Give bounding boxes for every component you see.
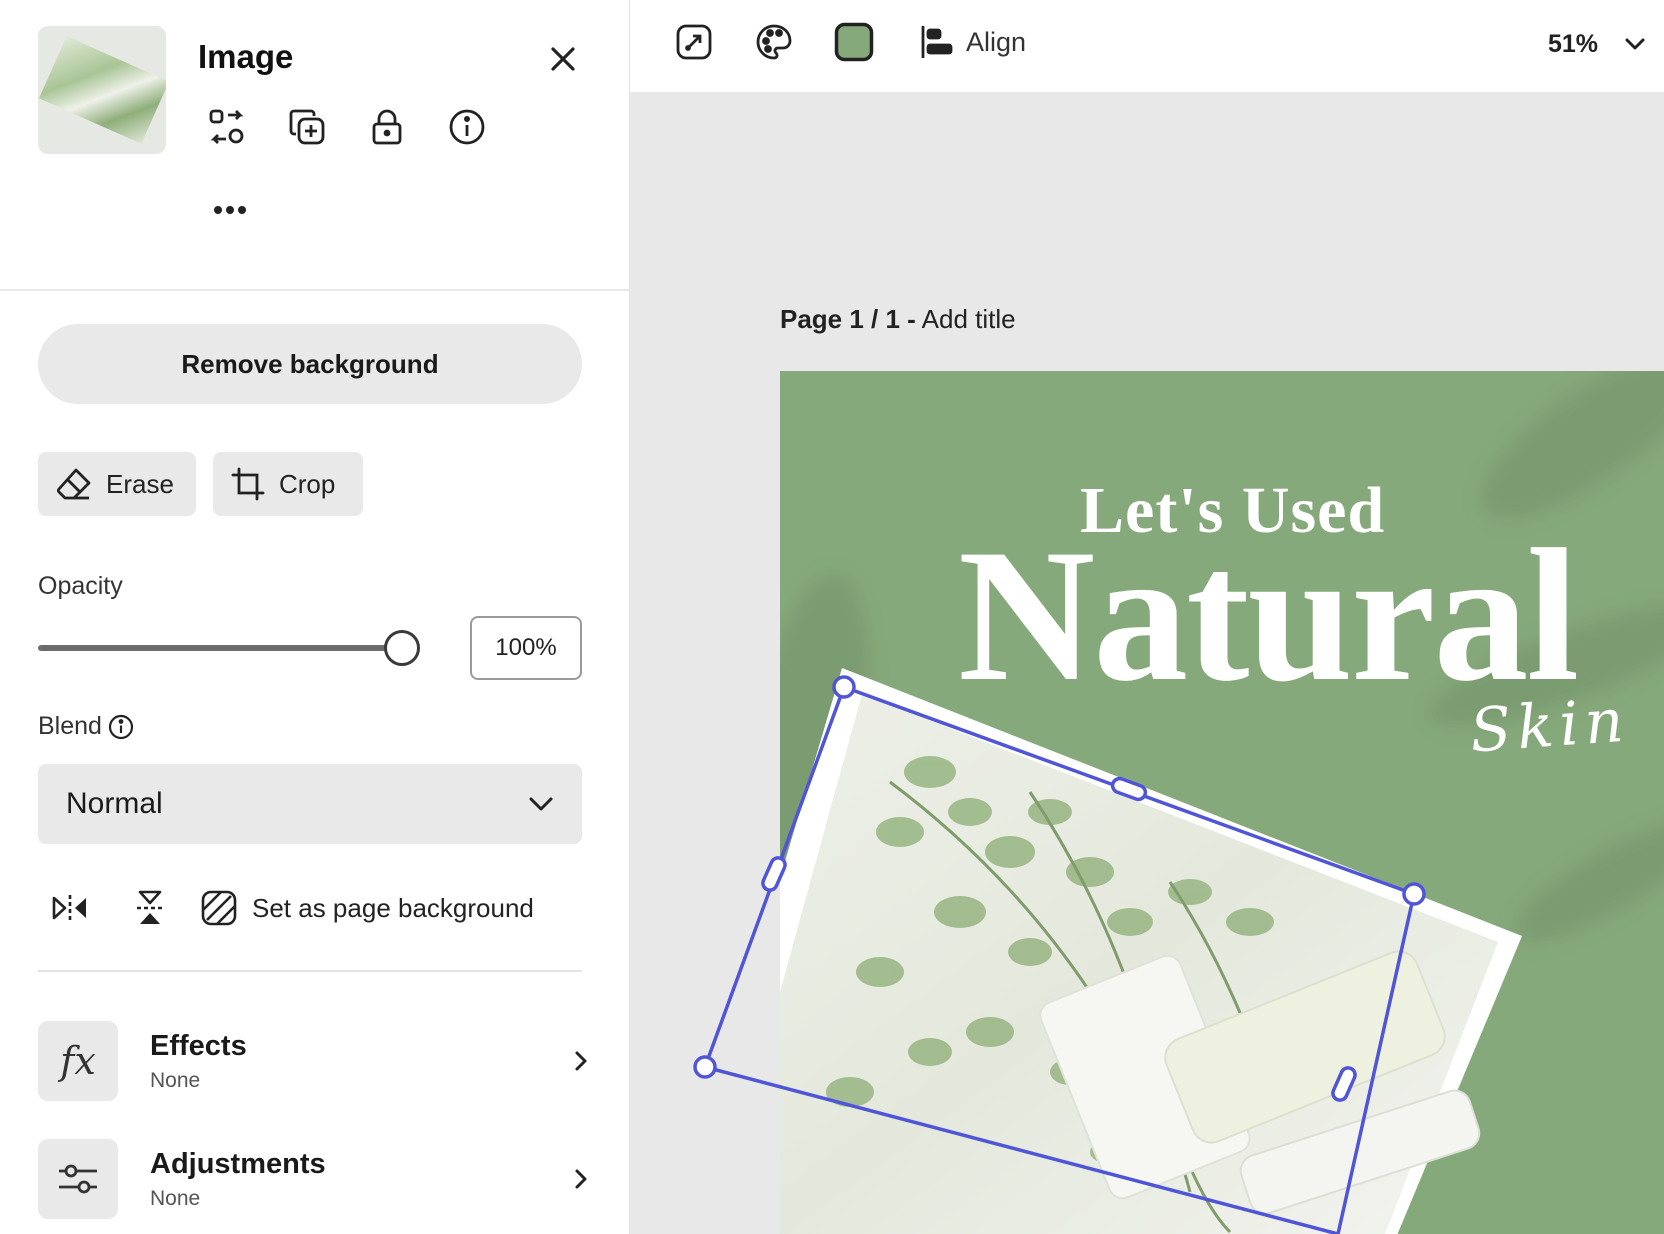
set-page-background-label: Set as page background <box>252 892 534 923</box>
effects-text: Effects None <box>150 1030 566 1093</box>
erase-button[interactable]: Erase <box>38 452 196 516</box>
flip-horizontal-button[interactable] <box>50 888 90 928</box>
chevron-right-icon <box>566 1050 596 1072</box>
image-thumbnail <box>38 26 166 154</box>
slider-thumb[interactable] <box>384 630 420 666</box>
leaf-shadow <box>780 563 896 999</box>
sliders-icon <box>59 1164 97 1194</box>
panel-title: Image <box>198 38 294 75</box>
image-tool-icons <box>208 108 486 146</box>
add-page-title[interactable]: Add title <box>922 304 1016 334</box>
opacity-label: Opacity <box>38 572 123 600</box>
selection-handle-bottom-left[interactable] <box>693 1055 717 1079</box>
selection-handle-top-left[interactable] <box>832 675 856 699</box>
lock-button[interactable] <box>368 108 406 146</box>
leaf-shadow <box>1499 800 1664 962</box>
divider <box>0 289 630 291</box>
flip-vertical-icon <box>137 890 163 924</box>
more-options-button[interactable] <box>210 190 250 230</box>
opacity-field[interactable] <box>470 616 582 680</box>
crop-label: Crop <box>279 468 336 499</box>
resize-icon <box>676 24 712 60</box>
duplicate-icon <box>289 109 325 145</box>
fill-color-button[interactable] <box>834 22 874 62</box>
adjustments-icon-tile <box>38 1139 118 1219</box>
page-number: Page 1 / 1 - <box>780 304 916 334</box>
lock-icon <box>372 109 402 145</box>
set-page-background-button[interactable]: Set as page background <box>200 884 534 932</box>
close-icon <box>551 47 575 71</box>
align-label: Align <box>966 26 1027 57</box>
blend-label: Blend <box>38 712 102 740</box>
resize-button[interactable] <box>674 22 714 62</box>
blend-mode-select[interactable]: Normal <box>38 764 582 844</box>
info-button[interactable] <box>448 108 486 146</box>
properties-panel: Image Remove background Erase Crop Opaci… <box>0 0 630 1234</box>
effects-value: None <box>150 1068 201 1092</box>
flip-vertical-button[interactable] <box>130 888 170 928</box>
align-button[interactable]: Align <box>920 20 1026 64</box>
canvas-toolbar: Align 51% <box>630 0 1664 92</box>
close-button[interactable] <box>544 40 582 78</box>
headline-big[interactable]: Natural <box>958 521 1579 711</box>
remove-background-button[interactable]: Remove background <box>38 324 582 404</box>
blend-mode-value: Normal <box>66 787 163 820</box>
adjustments-value: None <box>150 1186 201 1210</box>
background-pattern-icon <box>201 890 237 926</box>
eraser-icon <box>56 468 91 500</box>
flip-horizontal-icon <box>52 895 86 921</box>
opacity-slider[interactable] <box>38 630 420 666</box>
adjustments-text: Adjustments None <box>150 1148 566 1211</box>
crop-icon <box>231 467 265 501</box>
slider-fill <box>38 645 402 651</box>
page-label: Page 1 / 1 - Add title <box>780 304 1016 335</box>
chevron-down-icon <box>1625 38 1645 50</box>
fill-color-swatch-icon <box>834 22 874 62</box>
info-icon <box>449 109 485 145</box>
divider <box>38 970 582 972</box>
erase-label: Erase <box>106 468 174 499</box>
adjustments-row[interactable]: Adjustments None <box>38 1138 596 1220</box>
zoom-select[interactable]: 51% <box>1548 24 1646 64</box>
thumbnail-image <box>39 36 166 144</box>
effects-row[interactable]: fx Effects None <box>38 1020 596 1102</box>
effects-title: Effects <box>150 1029 247 1062</box>
adjustments-title: Adjustments <box>150 1147 326 1180</box>
effects-icon-tile: fx <box>38 1021 118 1101</box>
align-left-icon <box>921 26 953 58</box>
selection-handle-top-right[interactable] <box>1402 882 1426 906</box>
duplicate-button[interactable] <box>288 108 326 146</box>
color-palette-icon <box>756 24 792 60</box>
chevron-down-icon <box>529 797 553 811</box>
canvas-area[interactable]: Page 1 / 1 - Add title Let's Used Natura… <box>630 92 1664 1234</box>
color-palette-button[interactable] <box>754 22 794 62</box>
fx-icon: fx <box>60 1039 96 1083</box>
more-icon <box>214 206 246 214</box>
chevron-right-icon <box>566 1168 596 1190</box>
headline-script[interactable]: Skin <box>1468 686 1632 767</box>
blend-info-icon[interactable] <box>108 714 134 740</box>
replace-icon <box>209 109 244 144</box>
zoom-value: 51% <box>1548 29 1599 58</box>
blend-label-group: Blend <box>38 712 134 741</box>
artboard[interactable]: Let's Used Natural Skin <box>780 371 1664 1234</box>
replace-image-button[interactable] <box>208 108 246 146</box>
crop-button[interactable]: Crop <box>213 452 363 516</box>
